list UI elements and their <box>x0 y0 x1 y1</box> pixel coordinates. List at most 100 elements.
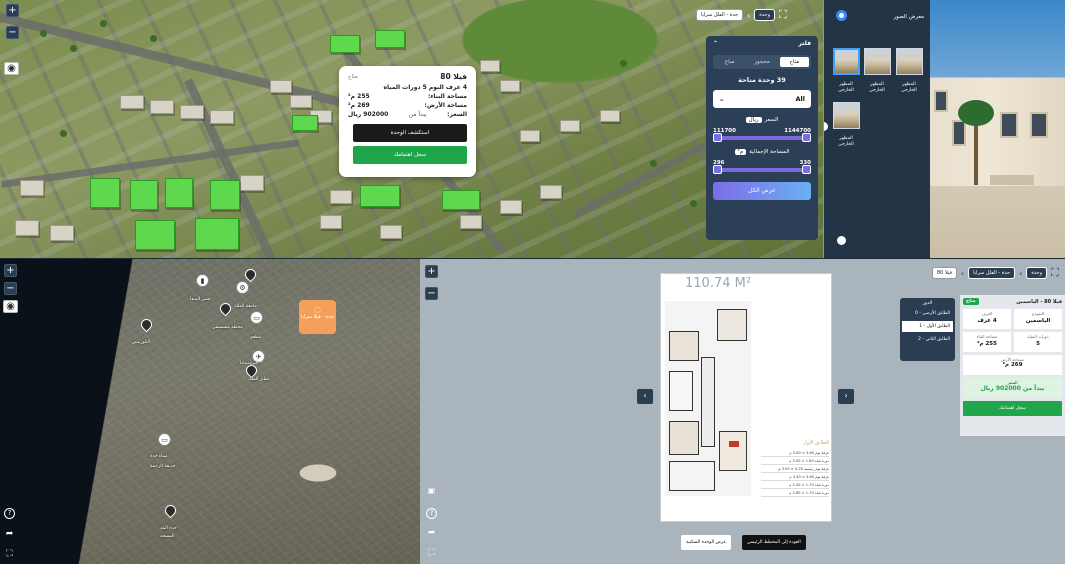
villa[interactable] <box>270 80 292 93</box>
satellite-map[interactable]: + − ◉ ▮ ⚙ ▭ ✈ ▭ قصر الصفا جامعة الملك مط… <box>0 259 420 564</box>
villa[interactable] <box>330 190 352 204</box>
zoom-in-button[interactable]: + <box>425 265 438 278</box>
building-icon[interactable]: ▮ <box>196 274 209 287</box>
tour-360-icon[interactable]: ▣ <box>426 486 437 497</box>
price-slider[interactable] <box>713 133 811 142</box>
gallery-thumb[interactable] <box>833 102 860 129</box>
tab-reserved[interactable]: محجوز <box>747 57 776 67</box>
gallery-thumb[interactable] <box>896 48 923 75</box>
bed-icon[interactable]: ▭ <box>158 433 171 446</box>
villa[interactable] <box>180 105 204 119</box>
villa-available[interactable] <box>165 178 193 208</box>
show-all-button[interactable]: عرض الكل <box>713 182 811 200</box>
villa-available[interactable] <box>442 190 480 210</box>
help-icon[interactable]: ? <box>426 508 437 519</box>
tab-available[interactable]: متاح <box>779 57 809 67</box>
register-interest-button[interactable]: سجل اهتمامك <box>353 146 467 164</box>
villa-available[interactable] <box>195 218 239 250</box>
villa[interactable] <box>50 225 74 241</box>
prev-arrow-button[interactable]: ‹ <box>637 389 653 404</box>
villa[interactable] <box>240 175 264 191</box>
villa[interactable] <box>540 185 562 199</box>
villa[interactable] <box>380 225 402 239</box>
project-marker[interactable]: ◌ جدة - فيلا سرايا <box>299 300 336 334</box>
villa[interactable] <box>480 60 500 72</box>
area-slider[interactable] <box>713 165 811 174</box>
register-interest-button[interactable]: سجل اهتمامك <box>963 401 1062 416</box>
zoom-out-button[interactable]: − <box>4 282 17 295</box>
villa[interactable] <box>500 200 522 214</box>
help-icon[interactable]: ? <box>4 508 15 519</box>
area-max-handle[interactable] <box>802 165 811 174</box>
villa-available[interactable] <box>360 185 400 207</box>
type-select[interactable]: All ⌄ <box>713 90 811 108</box>
villa[interactable] <box>20 180 44 196</box>
villa[interactable] <box>500 80 520 92</box>
divider-handle[interactable] <box>824 122 828 131</box>
gallery-radio[interactable] <box>837 236 846 245</box>
view-residential-unit-button[interactable]: عرض الوحدة السكنية <box>681 535 732 550</box>
fullscreen-icon[interactable]: ⛶ <box>426 549 437 560</box>
collapse-icon[interactable]: ⌃ <box>713 40 718 47</box>
villa-available[interactable] <box>375 30 405 48</box>
villa[interactable] <box>600 110 620 122</box>
floor-option[interactable]: الطابق الأرضي - 0 <box>902 308 953 319</box>
villa[interactable] <box>520 130 540 142</box>
price-filter-label: السعر <box>764 117 779 123</box>
zoom-in-button[interactable]: + <box>4 264 17 277</box>
area-filter-label: المساحة الإجمالية <box>749 149 790 155</box>
share-icon[interactable]: ➦ <box>426 529 437 540</box>
tab-sold[interactable]: مباع <box>715 57 744 67</box>
price-min-handle[interactable] <box>713 133 722 142</box>
gear-icon[interactable]: ⚙ <box>236 281 249 294</box>
floor-option[interactable]: الطابق الثاني - 2 <box>902 334 953 345</box>
villa-available[interactable] <box>130 180 158 210</box>
share-icon[interactable]: ➦ <box>4 530 15 541</box>
breadcrumb-item[interactable]: وحدة <box>1026 267 1048 279</box>
villa-available[interactable] <box>135 220 175 250</box>
photo-window <box>952 120 966 146</box>
location-pin-icon[interactable] <box>138 316 155 333</box>
room-item: دورة مياه 1.70 × 2.40 م <box>761 481 829 489</box>
villa[interactable] <box>150 100 174 114</box>
status-badge: متاح <box>963 298 979 305</box>
zoom-in-button[interactable]: + <box>6 4 19 17</box>
fullscreen-icon[interactable]: ⛶ <box>1051 266 1059 280</box>
breadcrumb-item[interactable]: جدة - الفلل سرايا <box>968 267 1016 279</box>
area-min-handle[interactable] <box>713 165 722 174</box>
gallery-radio[interactable] <box>837 11 846 20</box>
explore-unit-button[interactable]: استكشف الوحدة <box>353 124 467 142</box>
villa-available[interactable] <box>90 178 120 208</box>
location-pin-icon[interactable] <box>217 300 234 317</box>
back-to-masterplan-button[interactable]: العودة إلى المخطط الرئيسي <box>742 535 806 550</box>
villa[interactable] <box>15 220 39 236</box>
location-pin-icon[interactable] <box>242 266 259 283</box>
villa[interactable] <box>290 95 312 108</box>
gallery-thumb[interactable] <box>833 48 860 75</box>
villa-available[interactable] <box>330 35 360 53</box>
breadcrumb-item[interactable]: فيلا 80 <box>932 267 957 279</box>
next-arrow-button[interactable]: › <box>838 389 854 404</box>
villa-available[interactable] <box>210 180 240 210</box>
land-area-value: 269 م² <box>1002 362 1023 368</box>
floor-option[interactable]: الطابق الأول - 1 <box>902 321 953 332</box>
eye-icon[interactable]: ◉ <box>4 62 19 75</box>
gallery-thumb[interactable] <box>864 48 891 75</box>
zoom-out-button[interactable]: − <box>425 287 438 300</box>
villa[interactable] <box>120 95 144 109</box>
fullscreen-icon[interactable]: ⛶ <box>4 550 15 561</box>
eye-icon[interactable]: ◉ <box>3 300 18 313</box>
aerial-3d-view[interactable]: + − ◉ متاح فيلا 80 4 غرف النوم 5 دورات ا… <box>0 0 823 258</box>
villa[interactable] <box>210 110 234 124</box>
villa[interactable] <box>560 120 580 132</box>
breadcrumb-item[interactable]: جدة - الفلل سرايا <box>696 9 744 21</box>
location-pin-icon[interactable] <box>162 502 179 519</box>
zoom-out-button[interactable]: − <box>6 26 19 39</box>
villa-available[interactable] <box>292 115 318 131</box>
price-max-handle[interactable] <box>802 133 811 142</box>
fullscreen-icon[interactable]: ⛶ <box>779 8 787 22</box>
breadcrumb-item[interactable]: وحدة <box>754 9 775 21</box>
villa[interactable] <box>460 215 482 229</box>
villa[interactable] <box>320 215 342 229</box>
bed-icon[interactable]: ▭ <box>250 311 263 324</box>
